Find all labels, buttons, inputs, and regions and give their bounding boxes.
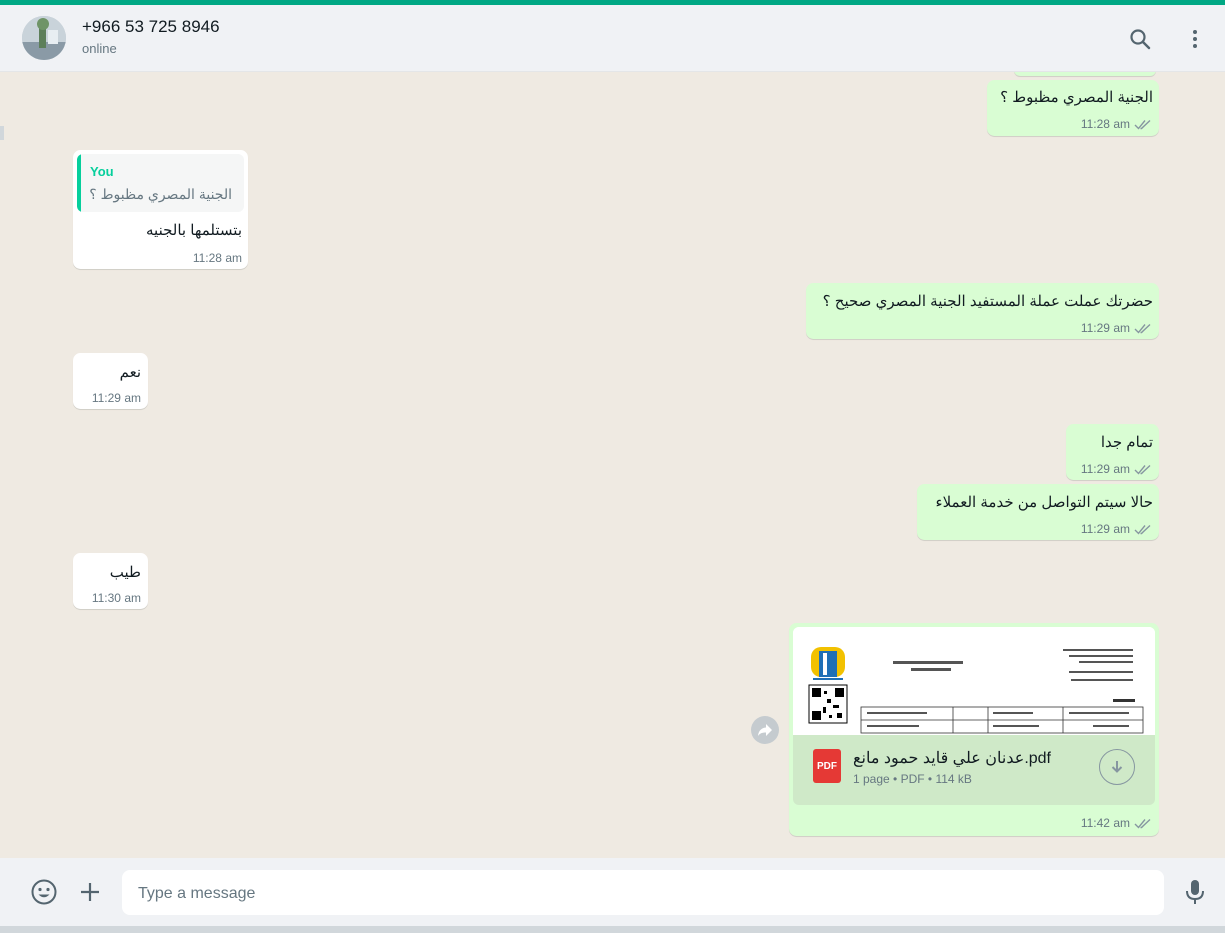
message-composer <box>0 858 1225 926</box>
message-text: الجنية المصري مظبوط ؟ <box>1000 89 1153 106</box>
message-text: حالا سيتم التواصل من خدمة العملاء <box>935 494 1153 511</box>
forward-icon[interactable] <box>751 716 779 744</box>
message-time: 11:28 am <box>1080 117 1130 131</box>
message-text: تمام جدا <box>1100 434 1153 451</box>
emoji-icon[interactable] <box>29 877 59 907</box>
double-check-icon <box>1134 323 1151 334</box>
message-bubble-outgoing[interactable]: حضرتك عملت عملة المستفيد الجنية المصري ص… <box>806 283 1159 339</box>
menu-icon[interactable] <box>1180 24 1210 54</box>
message-meta: 11:28 am <box>1081 117 1152 131</box>
chat-header: +966 53 725 8946 online <box>0 5 1225 72</box>
quote-author: You <box>90 164 114 179</box>
message-meta: 11:29 am <box>1081 522 1152 536</box>
message-text: نعم <box>119 364 141 381</box>
message-meta: 11:29 am <box>1081 321 1152 335</box>
message-text: حضرتك عملت عملة المستفيد الجنية المصري ص… <box>822 293 1153 310</box>
double-check-icon <box>1134 524 1151 535</box>
message-input-box <box>122 870 1164 917</box>
document-bar[interactable]: PDF عدنان علي قايد حمود مانع.pdf 1 page … <box>793 735 1155 805</box>
message-time: 11:42 am <box>1080 816 1130 830</box>
message-meta: 11:42 am <box>1081 816 1152 830</box>
message-bubble-outgoing[interactable]: حالا سيتم التواصل من خدمة العملاء 11:29 … <box>917 484 1159 540</box>
document-message[interactable]: PDF عدنان علي قايد حمود مانع.pdf 1 page … <box>789 623 1159 836</box>
message-time: 11:30 am <box>91 591 141 605</box>
message-time: 11:29 am <box>1080 522 1130 536</box>
message-time: 11:29 am <box>1080 321 1130 335</box>
message-text: طيب <box>109 564 141 581</box>
message-bubble-incoming[interactable]: You الجنية المصري مظبوط ؟ بتستلمها بالجن… <box>73 150 248 269</box>
double-check-icon <box>1134 464 1151 475</box>
document-name: عدنان علي قايد حمود مانع.pdf <box>853 750 1051 767</box>
message-bubble-incoming[interactable]: نعم 11:29 am <box>73 353 148 409</box>
message-bubble-outgoing[interactable]: الجنية المصري مظبوط ؟ 11:28 am <box>987 80 1159 136</box>
message-time: 11:29 am <box>91 391 141 405</box>
quote-text: الجنية المصري مظبوط ؟ <box>89 186 232 202</box>
quoted-message[interactable]: You الجنية المصري مظبوط ؟ <box>77 154 244 212</box>
message-time: 11:28 am <box>192 251 242 265</box>
message-meta: 11:29 am <box>1081 462 1152 476</box>
document-info: 1 page • PDF • 114 kB <box>853 772 972 786</box>
message-input[interactable] <box>136 870 1140 917</box>
chat-area: الجنية المصري مظبوط ؟ 11:28 am You الجني… <box>4 72 1225 858</box>
document-preview[interactable] <box>793 627 1155 735</box>
pdf-file-icon: PDF <box>813 749 841 783</box>
microphone-icon[interactable] <box>1180 877 1210 907</box>
attach-plus-icon[interactable] <box>75 877 105 907</box>
message-time: 11:29 am <box>1080 462 1130 476</box>
double-check-icon <box>1134 818 1151 829</box>
quote-bar <box>77 154 81 212</box>
contact-avatar[interactable] <box>22 16 66 60</box>
message-bubble-partial <box>1014 72 1156 76</box>
contact-name[interactable]: +966 53 725 8946 <box>82 17 220 37</box>
document-thumbnail <box>793 627 1155 735</box>
search-icon[interactable] <box>1125 24 1155 54</box>
message-bubble-incoming[interactable]: طيب 11:30 am <box>73 553 148 609</box>
message-text: بتستلمها بالجنيه <box>146 222 242 239</box>
download-icon[interactable] <box>1099 749 1135 785</box>
double-check-icon <box>1134 119 1151 130</box>
window-bottom-edge <box>0 926 1225 933</box>
contact-status: online <box>82 41 117 56</box>
message-bubble-outgoing[interactable]: تمام جدا 11:29 am <box>1066 424 1159 480</box>
